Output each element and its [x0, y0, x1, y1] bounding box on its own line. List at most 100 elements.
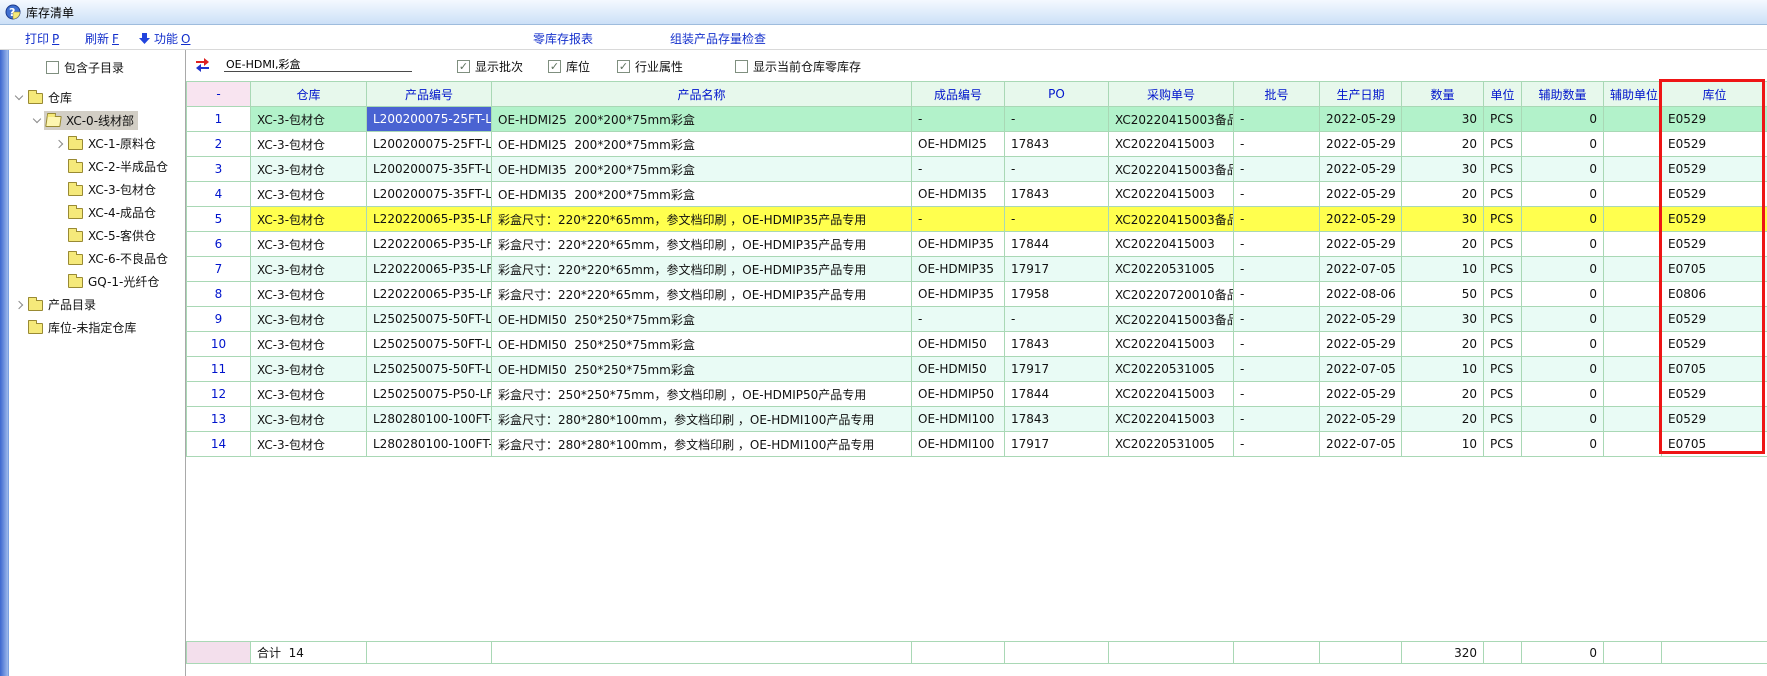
- cell-产品编号[interactable]: L280280100-100FT-LFH: [367, 432, 492, 457]
- cell-PO[interactable]: 17843: [1005, 132, 1109, 157]
- cell-生产日期[interactable]: 2022-05-29: [1320, 307, 1402, 332]
- tree-expand-icon[interactable]: [52, 141, 66, 147]
- cell-采购单号[interactable]: XC20220415003: [1109, 132, 1234, 157]
- cell-辅助数量[interactable]: 0: [1522, 407, 1604, 432]
- cell-PO[interactable]: -: [1005, 107, 1109, 132]
- cell-PO[interactable]: 17844: [1005, 232, 1109, 257]
- cell-辅助单位[interactable]: [1604, 357, 1662, 382]
- cell-批号[interactable]: -: [1234, 207, 1320, 232]
- cell-数量[interactable]: 20: [1402, 407, 1484, 432]
- cell-辅助数量[interactable]: 0: [1522, 207, 1604, 232]
- cell-数量[interactable]: 50: [1402, 282, 1484, 307]
- cell-成品编号[interactable]: OE-HDMI35: [912, 182, 1005, 207]
- cell-库位[interactable]: E0529: [1662, 157, 1767, 182]
- cell-库位[interactable]: E0529: [1662, 407, 1767, 432]
- zero-stock-report-link[interactable]: 零库存报表: [533, 30, 593, 47]
- tree-expand-icon[interactable]: [12, 96, 26, 99]
- cell-rownum[interactable]: 14: [187, 432, 251, 457]
- cell-产品编号[interactable]: L280280100-100FT-LFH: [367, 407, 492, 432]
- cell-批号[interactable]: -: [1234, 132, 1320, 157]
- column-header-批号[interactable]: 批号: [1234, 82, 1320, 107]
- cell-单位[interactable]: PCS: [1484, 157, 1522, 182]
- cell-成品编号[interactable]: -: [912, 207, 1005, 232]
- cell-产品名称[interactable]: 彩盒尺寸：220*220*65mm，参文档印刷 ，OE-HDMIP35产品专用: [492, 207, 912, 232]
- cell-成品编号[interactable]: OE-HDMI50: [912, 332, 1005, 357]
- cell-生产日期[interactable]: 2022-07-05: [1320, 357, 1402, 382]
- cell-单位[interactable]: PCS: [1484, 407, 1522, 432]
- cell-rownum[interactable]: 8: [187, 282, 251, 307]
- cell-采购单号[interactable]: XC20220415003: [1109, 232, 1234, 257]
- cell-数量[interactable]: 10: [1402, 257, 1484, 282]
- cell-单位[interactable]: PCS: [1484, 282, 1522, 307]
- table-row[interactable]: 3XC-3-包材仓L200200075-35FT-LFHOE-HDMI35 20…: [187, 157, 1767, 182]
- cell-rownum[interactable]: 7: [187, 257, 251, 282]
- cell-rownum[interactable]: 12: [187, 382, 251, 407]
- tree-item-XC-6-不良品仓[interactable]: XC-6-不良品仓: [0, 247, 185, 270]
- cell-成品编号[interactable]: OE-HDMIP35: [912, 257, 1005, 282]
- cell-PO[interactable]: -: [1005, 157, 1109, 182]
- cell-生产日期[interactable]: 2022-05-29: [1320, 132, 1402, 157]
- cell-批号[interactable]: -: [1234, 257, 1320, 282]
- cell-库位[interactable]: E0529: [1662, 232, 1767, 257]
- cell-产品编号[interactable]: L250250075-50FT-LFH: [367, 307, 492, 332]
- cell-辅助数量[interactable]: 0: [1522, 307, 1604, 332]
- cell-采购单号[interactable]: XC20220415003: [1109, 182, 1234, 207]
- cell-辅助数量[interactable]: 0: [1522, 357, 1604, 382]
- swap-icon[interactable]: [194, 58, 211, 73]
- cell-产品名称[interactable]: OE-HDMI50 250*250*75mm彩盒: [492, 307, 912, 332]
- cell-成品编号[interactable]: OE-HDMI50: [912, 357, 1005, 382]
- cell-生产日期[interactable]: 2022-07-05: [1320, 432, 1402, 457]
- cell-生产日期[interactable]: 2022-07-05: [1320, 257, 1402, 282]
- cell-仓库[interactable]: XC-3-包材仓: [251, 282, 367, 307]
- cell-产品编号[interactable]: L220220065-P35-LFH: [367, 232, 492, 257]
- cell-成品编号[interactable]: OE-HDMI100: [912, 407, 1005, 432]
- cell-PO[interactable]: 17843: [1005, 332, 1109, 357]
- table-row[interactable]: 11XC-3-包材仓L250250075-50FT-LFH OE-HDMI50 2…: [187, 357, 1767, 382]
- cell-rownum[interactable]: 11: [187, 357, 251, 382]
- tree-item-XC-5-客供仓[interactable]: XC-5-客供仓: [0, 224, 185, 247]
- filter-option-行业属性[interactable]: ✓行业属性: [617, 58, 683, 75]
- cell-辅助数量[interactable]: 0: [1522, 232, 1604, 257]
- cell-数量[interactable]: 30: [1402, 107, 1484, 132]
- cell-单位[interactable]: PCS: [1484, 332, 1522, 357]
- cell-辅助数量[interactable]: 0: [1522, 107, 1604, 132]
- cell-辅助单位[interactable]: [1604, 382, 1662, 407]
- cell-PO[interactable]: -: [1005, 207, 1109, 232]
- table-row[interactable]: 8XC-3-包材仓L220220065-P35-LFH彩盒尺寸：220*220*…: [187, 282, 1767, 307]
- cell-PO[interactable]: 17917: [1005, 432, 1109, 457]
- include-subdirs-option[interactable]: 包含子目录: [46, 59, 185, 76]
- cell-产品名称[interactable]: OE-HDMI25 200*200*75mm彩盒: [492, 107, 912, 132]
- cell-产品名称[interactable]: 彩盒尺寸：220*220*65mm，参文档印刷 ，OE-HDMIP35产品专用: [492, 257, 912, 282]
- cell-批号[interactable]: -: [1234, 382, 1320, 407]
- cell-仓库[interactable]: XC-3-包材仓: [251, 357, 367, 382]
- column-header-成品编号[interactable]: 成品编号: [912, 82, 1005, 107]
- cell-生产日期[interactable]: 2022-05-29: [1320, 157, 1402, 182]
- cell-批号[interactable]: -: [1234, 357, 1320, 382]
- cell-PO[interactable]: 17917: [1005, 257, 1109, 282]
- cell-生产日期[interactable]: 2022-05-29: [1320, 407, 1402, 432]
- cell-批号[interactable]: -: [1234, 432, 1320, 457]
- cell-生产日期[interactable]: 2022-05-29: [1320, 207, 1402, 232]
- cell-库位[interactable]: E0529: [1662, 307, 1767, 332]
- cell-产品编号[interactable]: L250250075-P50-LFH: [367, 382, 492, 407]
- tree-item-label-wrap[interactable]: 产品目录: [26, 295, 100, 314]
- cell-单位[interactable]: PCS: [1484, 432, 1522, 457]
- cell-rownum[interactable]: 4: [187, 182, 251, 207]
- cell-采购单号[interactable]: XC20220720010备品: [1109, 282, 1234, 307]
- cell-采购单号[interactable]: XC20220531005: [1109, 432, 1234, 457]
- cell-批号[interactable]: -: [1234, 107, 1320, 132]
- cell-库位[interactable]: E0529: [1662, 207, 1767, 232]
- cell-产品名称[interactable]: OE-HDMI35 200*200*75mm彩盒: [492, 182, 912, 207]
- cell-产品编号[interactable]: L200200075-35FT-LFH: [367, 157, 492, 182]
- table-row[interactable]: 12XC-3-包材仓L250250075-P50-LFH彩盒尺寸：250*250…: [187, 382, 1767, 407]
- assembly-stock-check-link[interactable]: 组装产品存量检查: [670, 30, 766, 47]
- cell-采购单号[interactable]: XC20220415003备品: [1109, 157, 1234, 182]
- cell-产品名称[interactable]: OE-HDMI35 200*200*75mm彩盒: [492, 157, 912, 182]
- column-header-数量[interactable]: 数量: [1402, 82, 1484, 107]
- cell-产品编号[interactable]: L250250075-50FT-LFH: [367, 332, 492, 357]
- cell-数量[interactable]: 20: [1402, 132, 1484, 157]
- cell-仓库[interactable]: XC-3-包材仓: [251, 332, 367, 357]
- cell-产品编号[interactable]: L250250075-50FT-LFH: [367, 357, 492, 382]
- cell-PO[interactable]: 17844: [1005, 382, 1109, 407]
- cell-辅助单位[interactable]: [1604, 157, 1662, 182]
